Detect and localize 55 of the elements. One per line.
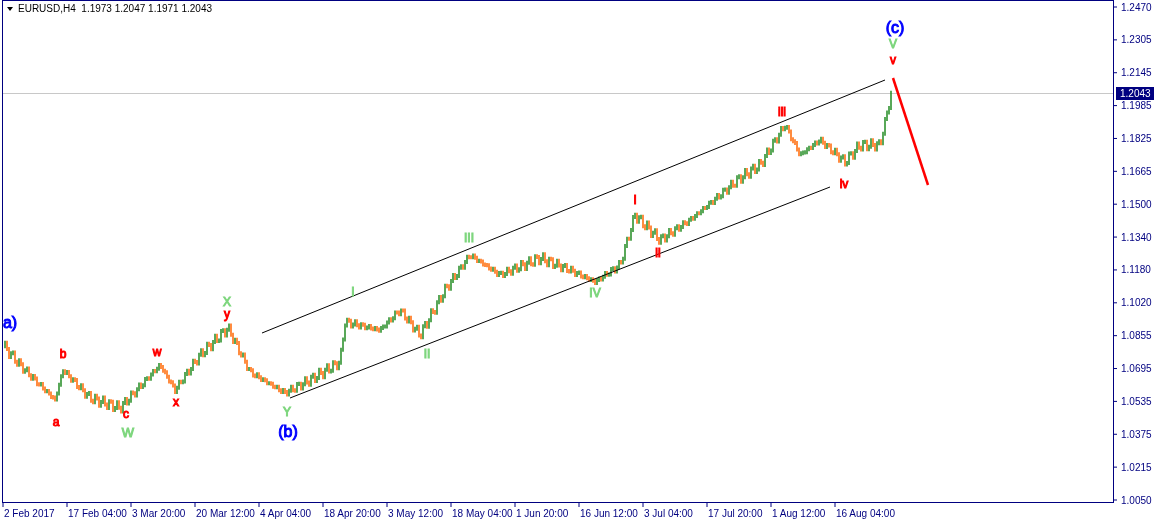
wave-label: c (123, 407, 129, 421)
wave-label: i (633, 193, 637, 207)
wave-label: Y (283, 405, 291, 419)
price-axis-label: 1.1825 (1121, 132, 1152, 144)
dropdown-triangle-icon[interactable] (7, 7, 13, 11)
wave-label: a (52, 415, 60, 429)
wave-label: W (121, 425, 135, 440)
price-axis-label: 1.0050 (1121, 494, 1152, 506)
time-axis-label: 16 Jun 12:00 (580, 508, 638, 519)
wave-label: ii (655, 246, 661, 260)
wave-label: IV (589, 286, 601, 300)
price-axis-label: 1.2145 (1121, 67, 1152, 79)
wave-label: X (223, 295, 231, 309)
price-axis-label: 1.0695 (1121, 363, 1152, 375)
time-axis-label: 1 Aug 12:00 (772, 508, 826, 519)
wave-label: (c) (885, 19, 905, 36)
wave-label: (b) (278, 423, 298, 440)
wave-label: x (173, 395, 179, 409)
price-axis-label: 1.0535 (1121, 395, 1152, 407)
wave-label: a) (2, 314, 18, 331)
symbol-quote-text: EURUSD,H4 1.1973 1.2047 1.1971 1.2043 (18, 3, 213, 14)
wave-label: iii (778, 105, 786, 119)
price-axis-label: 1.0375 (1121, 428, 1152, 440)
time-axis-label: 4 Apr 04:00 (260, 508, 312, 519)
wave-label: w (152, 345, 162, 359)
wave-label: V (889, 37, 897, 51)
time-axis-label: 3 Jul 04:00 (644, 508, 693, 519)
wave-label: b (59, 347, 67, 361)
price-axis-label: 1.1180 (1121, 264, 1151, 276)
time-axis-label: 18 Apr 20:00 (324, 508, 381, 519)
price-axis-label: 1.2305 (1121, 34, 1152, 46)
price-axis-label: 1.1500 (1121, 198, 1152, 210)
wave-label: iv (839, 177, 849, 191)
time-axis-label: 17 Feb 04:00 (68, 508, 127, 519)
time-axis-label: 3 Mar 20:00 (132, 508, 186, 519)
price-axis-label: 1.1985 (1121, 100, 1152, 112)
current-price-tag: 1.2043 (1116, 87, 1154, 100)
time-axis-label: 20 Mar 12:00 (196, 508, 255, 519)
wave-label: y (224, 307, 230, 321)
wave-label: II (423, 347, 431, 361)
price-axis-label: 1.1340 (1121, 231, 1152, 243)
time-axis-label: 2 Feb 2017 (4, 508, 55, 519)
price-axis-label: 1.1020 (1121, 297, 1152, 309)
time-axis-label: 18 May 04:00 (452, 508, 513, 519)
price-axis-label: 1.0215 (1121, 461, 1152, 473)
price-axis-label: 1.0855 (1121, 330, 1152, 342)
time-axis-label: 17 Jul 20:00 (708, 508, 763, 519)
wave-label: III (464, 231, 474, 245)
wave-label: v (890, 53, 896, 67)
time-axis-label: 3 May 12:00 (388, 508, 444, 519)
wave-label: I (351, 285, 355, 299)
time-axis-label: 1 Jun 20:00 (516, 508, 569, 519)
price-axis-label: 1.2470 (1121, 1, 1152, 13)
time-axis-label: 16 Aug 04:00 (836, 508, 895, 519)
price-axis-label: 1.1665 (1121, 165, 1152, 177)
